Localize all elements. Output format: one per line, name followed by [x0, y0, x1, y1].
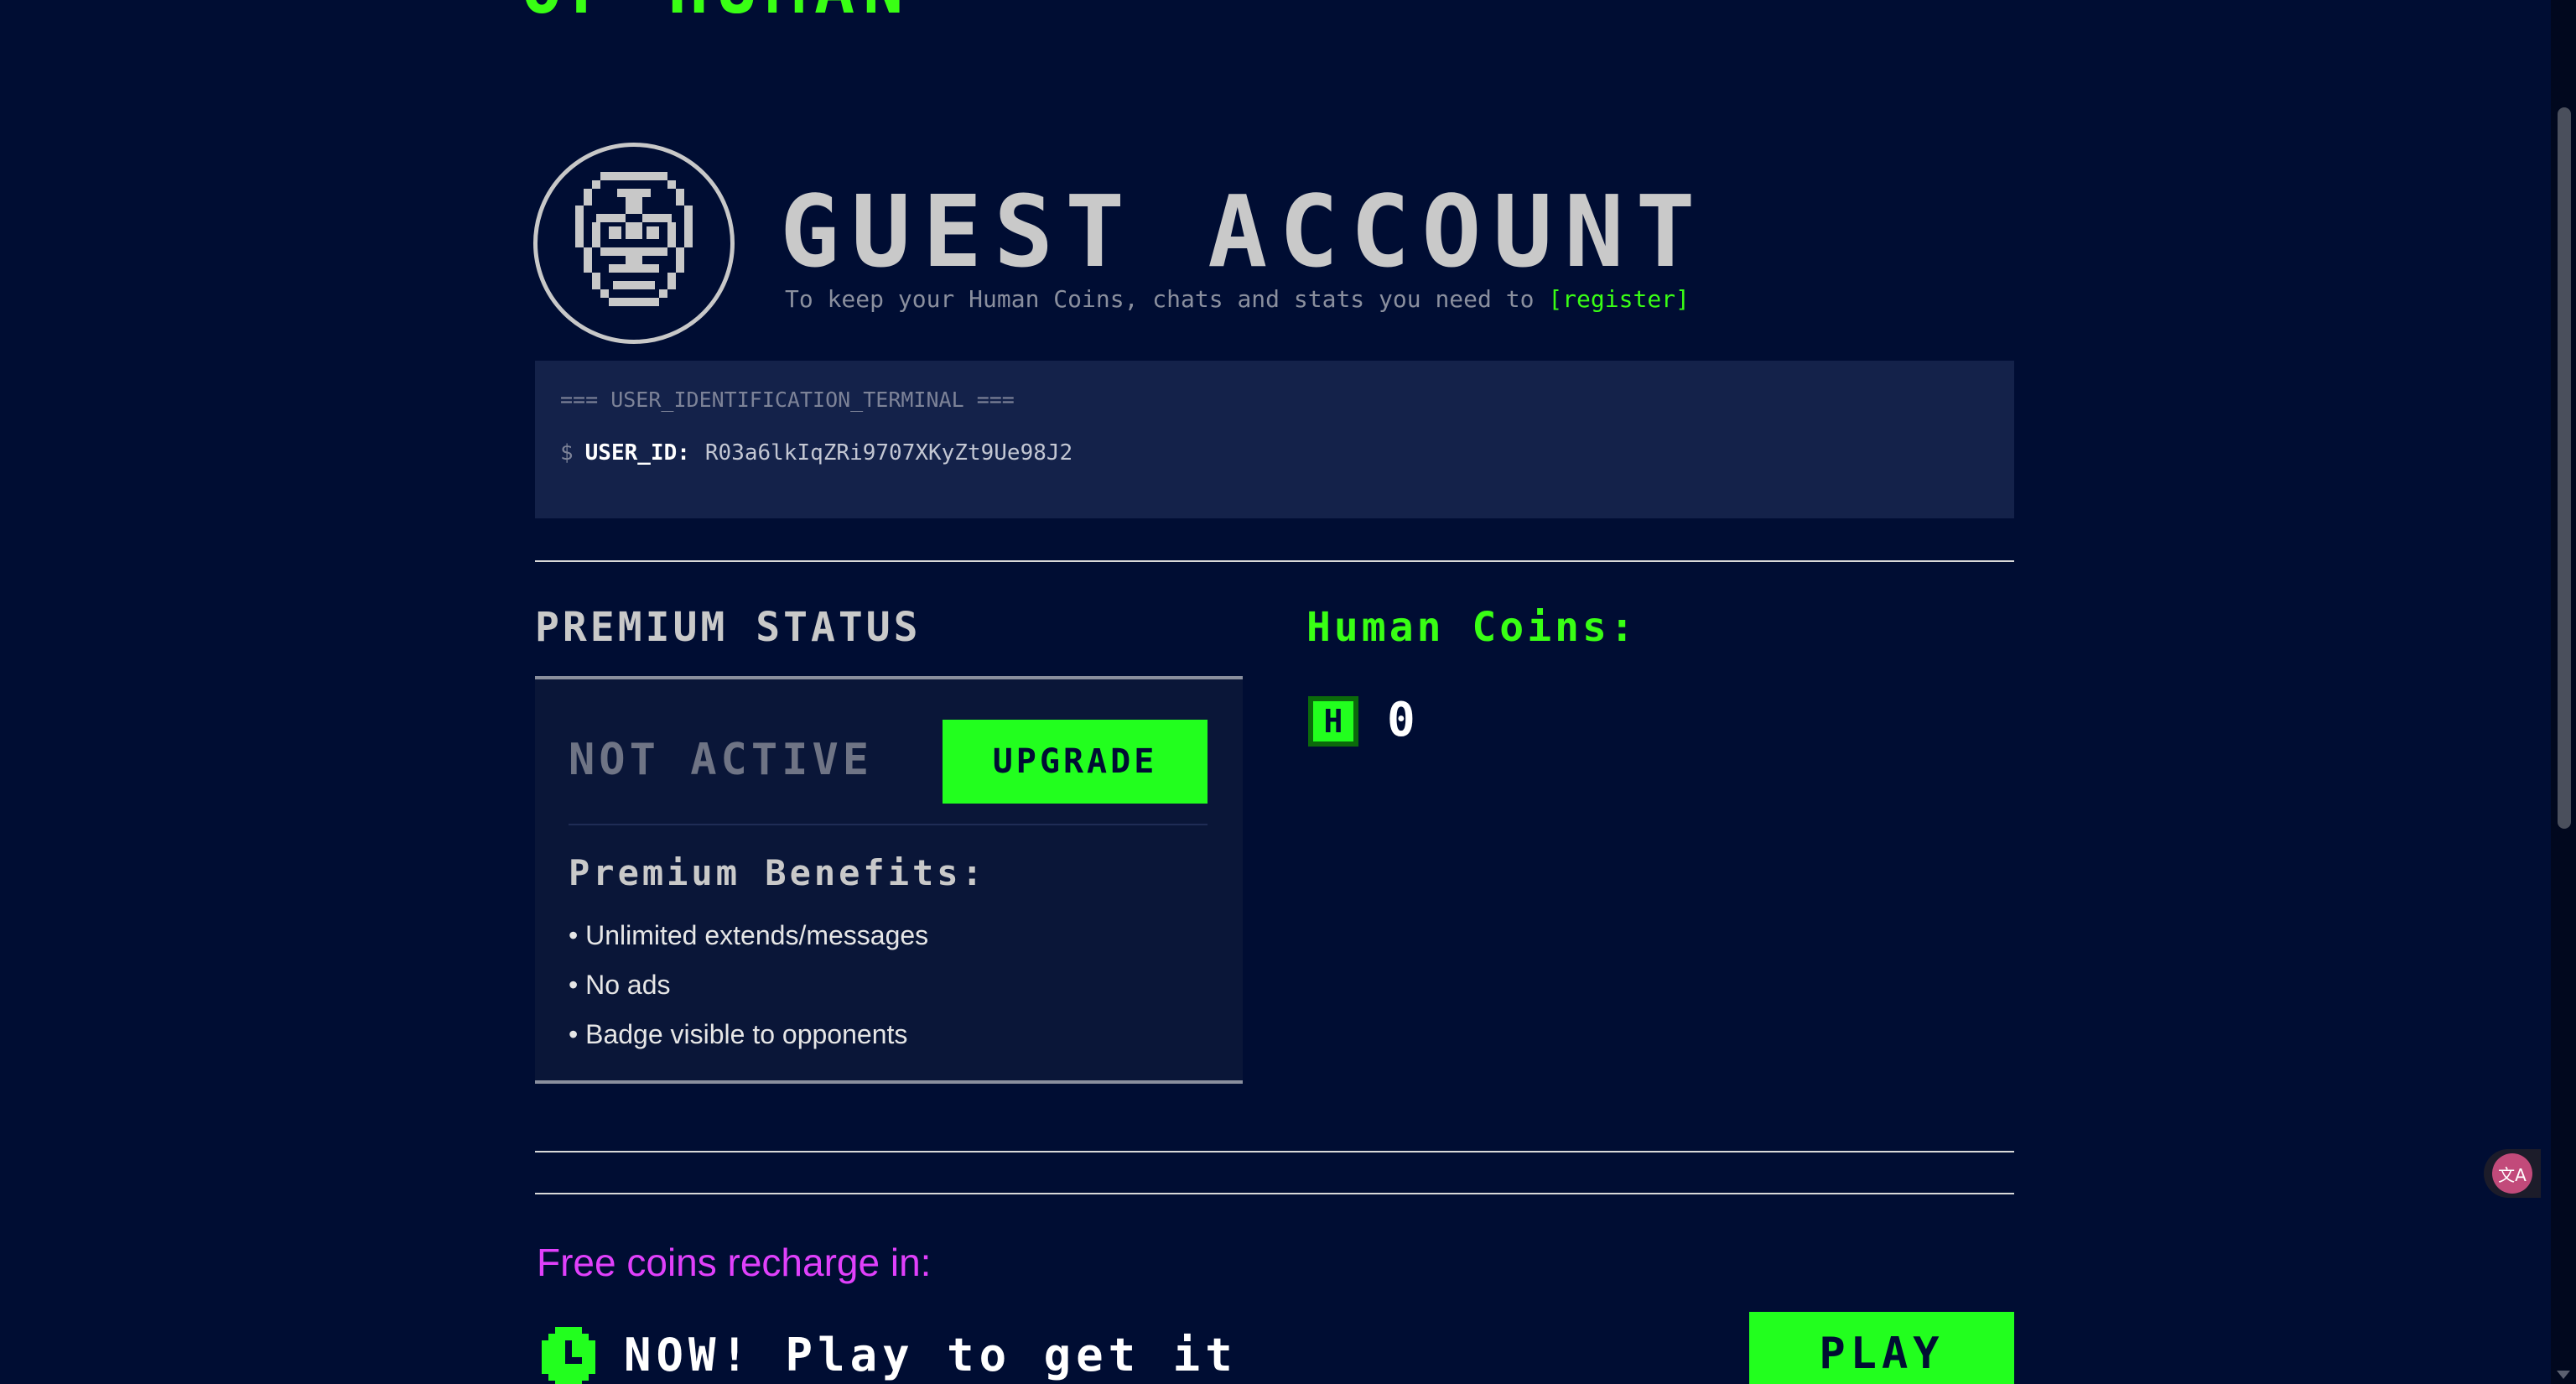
premium-benefits-list: Unlimited extends/messages No ads Badge …: [569, 911, 928, 1059]
upgrade-button[interactable]: UPGRADE: [943, 720, 1208, 804]
terminal-user-id-line: $ USER_ID: R03a6lkIqZRi9707XKyZt9Ue98J2: [560, 440, 1989, 466]
user-identification-terminal: === USER_IDENTIFICATION_TERMINAL === $ US…: [535, 361, 2014, 518]
avatar: [533, 143, 735, 344]
premium-benefits-title: Premium Benefits:: [569, 852, 986, 893]
translate-button[interactable]: 文A: [2484, 1149, 2541, 1198]
premium-status-title: PREMIUM STATUS: [535, 604, 922, 651]
recharge-status: NOW! Play to get it: [624, 1329, 1238, 1381]
account-subtitle: To keep your Human Coins, chats and stat…: [785, 285, 1690, 313]
human-coins-count: 0: [1387, 693, 1415, 747]
list-item: Badge visible to opponents: [569, 1010, 928, 1059]
divider: [535, 1193, 2014, 1194]
divider: [535, 560, 2014, 562]
robot-face-icon: [575, 172, 693, 306]
scrollbar[interactable]: [2551, 0, 2576, 1384]
list-item: No ads: [569, 960, 928, 1010]
divider: [535, 1151, 2014, 1152]
terminal-prompt: $: [560, 440, 574, 466]
premium-status-value: NOT ACTIVE: [569, 735, 874, 785]
scroll-down-arrow-icon[interactable]: [2557, 1371, 2570, 1379]
account-title: GUEST ACCOUNT: [780, 174, 1707, 289]
human-coin-icon: H: [1308, 696, 1358, 747]
user-id-label: USER_ID:: [584, 440, 690, 466]
top-heading: OF HUMAN: [522, 0, 911, 23]
clock-icon: [542, 1327, 595, 1384]
premium-status-panel: NOT ACTIVE UPGRADE Premium Benefits: Unl…: [535, 676, 1243, 1084]
play-button[interactable]: PLAY: [1749, 1312, 2014, 1384]
scrollbar-thumb[interactable]: [2558, 107, 2571, 829]
register-link[interactable]: [register]: [1548, 285, 1690, 313]
translate-icon: 文A: [2492, 1153, 2532, 1194]
terminal-header: === USER_IDENTIFICATION_TERMINAL ===: [560, 388, 1015, 412]
human-coins-title: Human Coins:: [1306, 604, 1638, 651]
user-id-value[interactable]: R03a6lkIqZRi9707XKyZt9Ue98J2: [705, 440, 1072, 466]
premium-divider: [569, 824, 1208, 825]
list-item: Unlimited extends/messages: [569, 911, 928, 960]
recharge-label: Free coins recharge in:: [537, 1241, 932, 1284]
account-subtitle-text: To keep your Human Coins, chats and stat…: [785, 285, 1535, 313]
